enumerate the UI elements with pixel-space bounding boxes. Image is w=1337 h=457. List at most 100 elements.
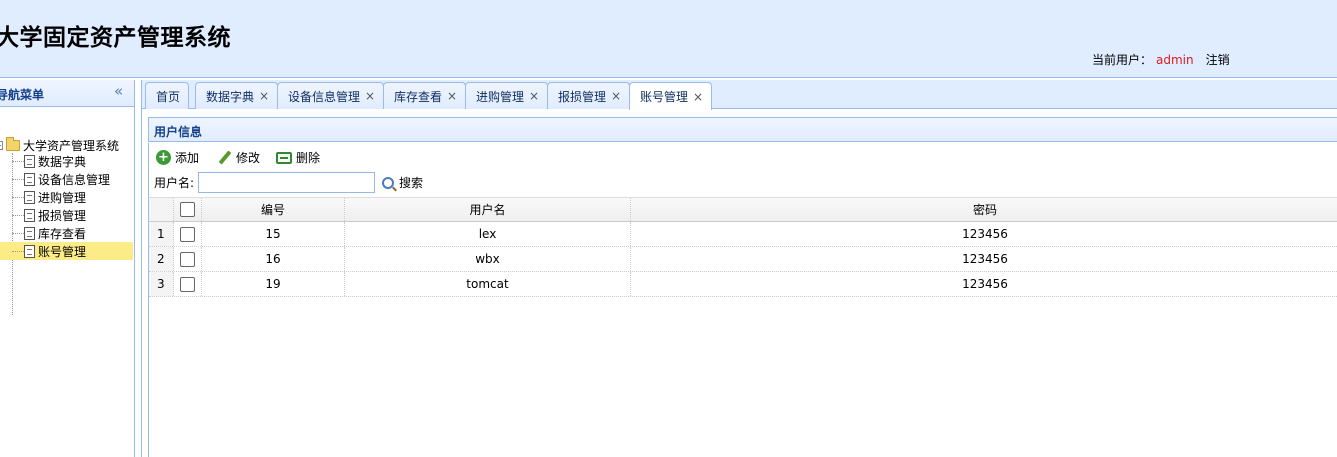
table-row[interactable]: 1 15 lex 123456 [149, 222, 1337, 247]
user-bar: 当前用户： admin 注销 [1092, 51, 1230, 68]
select-all-cell [174, 198, 202, 221]
cell-id: 15 [202, 222, 345, 246]
row-number: 1 [149, 222, 174, 246]
close-icon[interactable]: × [447, 89, 457, 103]
current-user-label: 当前用户： [1092, 53, 1153, 67]
search-icon [382, 176, 395, 189]
pencil-icon [217, 150, 232, 165]
select-all-checkbox[interactable] [180, 202, 195, 217]
delete-label: 删除 [296, 151, 321, 165]
double-chevron-left-icon[interactable]: « [114, 82, 123, 100]
sidebar-header: 导航菜单 « [0, 80, 134, 107]
sidebar-item-label: 数据字典 [38, 154, 87, 169]
document-icon [24, 172, 35, 186]
username-search-input[interactable] [198, 172, 376, 193]
tab-purchase[interactable]: 进购管理 × [465, 82, 549, 109]
document-icon [24, 154, 35, 168]
cell-username: lex [345, 222, 631, 246]
row-checkbox[interactable] [180, 251, 195, 267]
tab-label: 进购管理 [476, 89, 525, 104]
tab-label: 首页 [156, 89, 181, 104]
sidebar-item-label: 库存查看 [38, 226, 87, 241]
row-checkbox[interactable] [180, 276, 195, 292]
tab-inventory[interactable]: 库存查看 × [383, 82, 467, 109]
tab-home[interactable]: 首页 [145, 82, 190, 109]
row-select-cell [174, 222, 202, 246]
document-icon [24, 244, 35, 258]
toolbar: + 添加 修改 删除 用户名: 搜索 [148, 143, 1337, 197]
add-button[interactable]: + 添加 [156, 149, 199, 166]
tree-connector [12, 196, 24, 198]
tab-label: 账号管理 [640, 90, 689, 104]
tab-label: 数据字典 [206, 89, 255, 104]
delete-button[interactable]: 删除 [276, 149, 320, 166]
tab-equipment-info[interactable]: 设备信息管理 × [277, 82, 385, 109]
tree-connector [12, 214, 24, 216]
cell-password: 123456 [962, 227, 1008, 241]
sidebar-item-purchase[interactable]: 进购管理 [0, 188, 133, 206]
row-number: 2 [149, 247, 174, 271]
sidebar-title: 导航菜单 [0, 88, 45, 102]
tab-account[interactable]: 账号管理 × [629, 82, 713, 110]
row-checkbox[interactable] [180, 226, 195, 242]
document-icon [24, 190, 35, 204]
sidebar-item-label: 进购管理 [38, 190, 87, 205]
username-search-label: 用户名: [154, 176, 195, 190]
search-button[interactable]: 搜索 [382, 174, 423, 191]
cell-password: 123456 [962, 252, 1008, 266]
edit-label: 修改 [236, 151, 261, 165]
document-icon [24, 226, 35, 240]
logout-link[interactable]: 注销 [1206, 53, 1230, 67]
sidebar-item-equipment-info[interactable]: 设备信息管理 [0, 170, 133, 188]
close-icon[interactable]: × [259, 89, 269, 103]
tree-connector [12, 160, 24, 162]
cell-username: tomcat [345, 272, 631, 296]
add-label: 添加 [175, 151, 200, 165]
cell-username: wbx [345, 247, 631, 271]
edit-button[interactable]: 修改 [217, 149, 260, 166]
close-icon[interactable]: × [365, 89, 375, 103]
main-panel: 首页 数据字典 × 设备信息管理 × 库存查看 × 进购管理 × 报损管理 × 账号管理 ×… [141, 80, 1337, 457]
panel-header: 用户信息 [148, 117, 1337, 142]
tree-root[interactable]: − 大学资产管理系统 [0, 136, 120, 153]
cell-password: 123456 [962, 277, 1008, 291]
sidebar-item-label: 账号管理 [38, 244, 87, 259]
folder-icon [6, 136, 20, 151]
cell-id: 16 [202, 247, 345, 271]
row-select-cell [174, 247, 202, 271]
sidebar-item-account[interactable]: 账号管理 [0, 242, 133, 260]
tab-damage-report[interactable]: 报损管理 × [547, 82, 631, 109]
sidebar-item-label: 报损管理 [38, 208, 87, 223]
tab-data-dictionary[interactable]: 数据字典 × [195, 82, 279, 109]
sidebar-item-damage-report[interactable]: 报损管理 [0, 206, 133, 224]
sidebar: 导航菜单 « − 大学资产管理系统 数据字典 设备信息管理 进购管理 报损管理 … [0, 80, 135, 457]
column-header-id[interactable]: 编号 [202, 198, 345, 221]
table-header: 编号 用户名 密码 [149, 197, 1337, 222]
close-icon[interactable]: × [529, 89, 539, 103]
document-icon [24, 208, 35, 222]
table-row[interactable]: 3 19 tomcat 123456 [149, 272, 1337, 297]
search-label: 搜索 [399, 176, 424, 190]
app-header: 大学固定资产管理系统 当前用户： admin 注销 [0, 0, 1337, 78]
user-table: 编号 用户名 密码 1 15 lex 123456 2 16 wbx 12345… [148, 197, 1337, 457]
tree-connector [12, 178, 24, 180]
app-title: 大学固定资产管理系统 [0, 25, 231, 51]
sidebar-item-data-dictionary[interactable]: 数据字典 [0, 152, 133, 170]
table-row[interactable]: 2 16 wbx 123456 [149, 247, 1337, 272]
tab-label: 设备信息管理 [288, 89, 361, 104]
row-number: 3 [149, 272, 174, 296]
column-header-username[interactable]: 用户名 [345, 198, 631, 221]
cell-id: 19 [202, 272, 345, 296]
tree-collapse-toggle-icon[interactable]: − [0, 140, 3, 150]
sidebar-item-inventory[interactable]: 库存查看 [0, 224, 133, 242]
row-select-cell [174, 272, 202, 296]
sidebar-item-label: 设备信息管理 [38, 172, 111, 187]
close-icon[interactable]: × [693, 90, 703, 104]
current-username: admin [1156, 53, 1194, 67]
panel-title: 用户信息 [154, 125, 203, 139]
column-header-password[interactable]: 密码 [631, 198, 1337, 221]
tree-root-label: 大学资产管理系统 [23, 138, 120, 153]
add-icon: + [156, 150, 171, 165]
search-row: 用户名: 搜索 [154, 172, 423, 193]
close-icon[interactable]: × [611, 89, 621, 103]
